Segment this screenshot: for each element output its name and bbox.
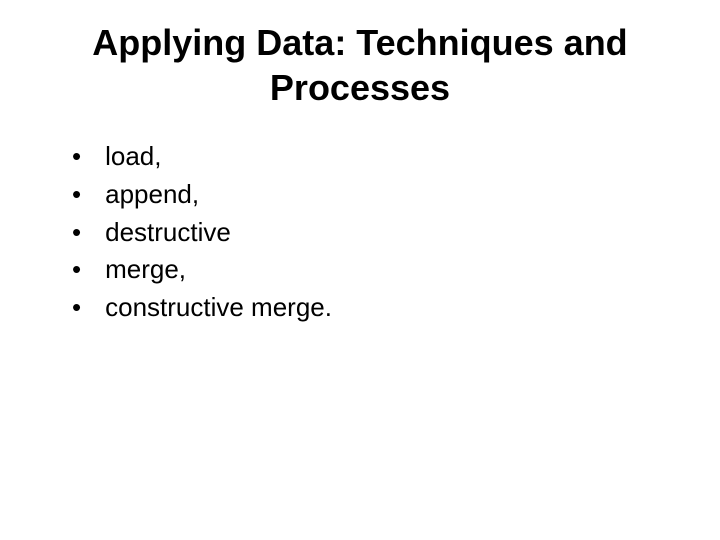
list-item: • merge, <box>72 253 680 287</box>
bullet-icon: • <box>72 216 81 250</box>
bullet-text: load, <box>105 140 161 174</box>
bullet-text: append, <box>105 178 199 212</box>
bullet-text: constructive merge. <box>105 291 332 325</box>
list-item: • constructive merge. <box>72 291 680 325</box>
bullet-text: merge, <box>105 253 186 287</box>
bullet-icon: • <box>72 291 81 325</box>
list-item: • append, <box>72 178 680 212</box>
list-item: • load, <box>72 140 680 174</box>
list-item: • destructive <box>72 216 680 250</box>
bullet-text: destructive <box>105 216 231 250</box>
bullet-icon: • <box>72 253 81 287</box>
slide: Applying Data: Techniques and Processes … <box>0 0 720 540</box>
bullet-icon: • <box>72 178 81 212</box>
slide-title: Applying Data: Techniques and Processes <box>40 20 680 110</box>
bullet-icon: • <box>72 140 81 174</box>
bullet-list: • load, • append, • destructive • merge,… <box>40 140 680 325</box>
